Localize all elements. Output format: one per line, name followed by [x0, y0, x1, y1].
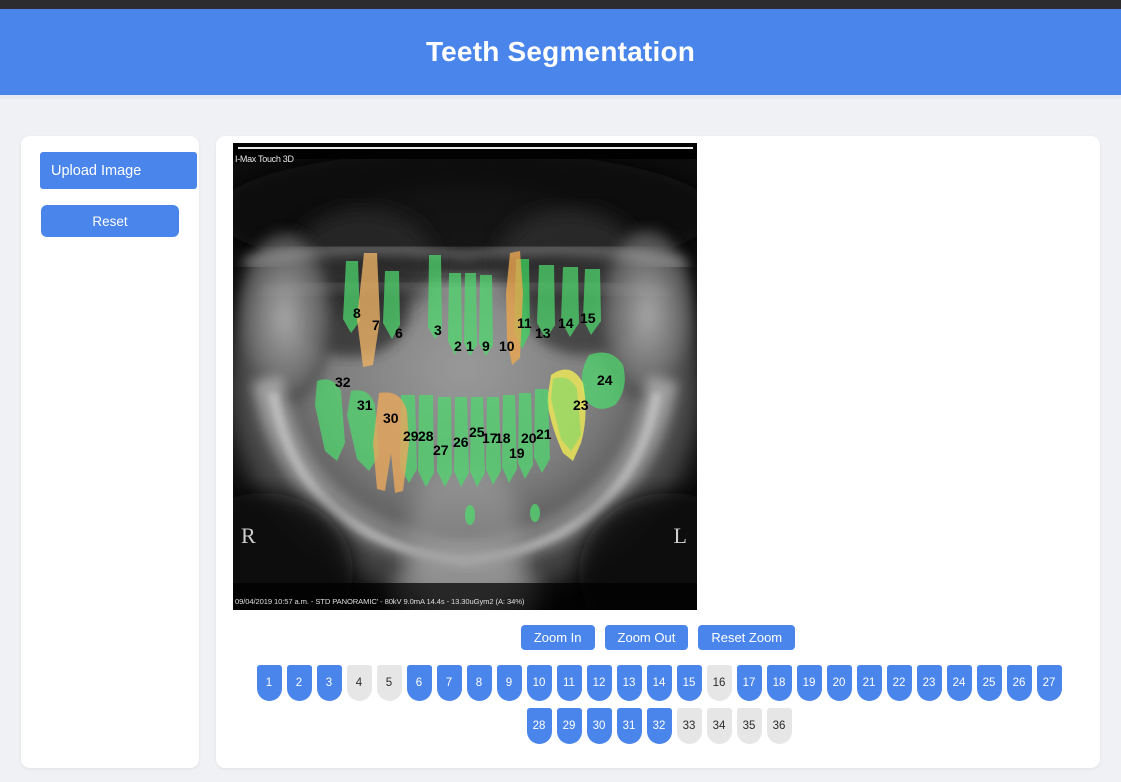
tooth-button-1[interactable]: 1: [256, 665, 282, 701]
tooth-button-8[interactable]: 8: [466, 665, 492, 701]
tooth-selector: 1 2 3 4 5 6 7 8 9 10 11 12 13 14 15 16 17 18 19 20 21 22 23 24 2…: [241, 665, 1077, 751]
zoom-out-button[interactable]: Zoom Out: [604, 625, 689, 650]
tooth-button-10[interactable]: 10: [526, 665, 552, 701]
tooth-button-34[interactable]: 34: [706, 708, 732, 744]
tooth-button-29[interactable]: 29: [556, 708, 582, 744]
tooth-button-22[interactable]: 22: [886, 665, 912, 701]
xray-viewer[interactable]: I-Max Touch 3D R L 09/04/2019 10:57 a.m.…: [233, 143, 697, 610]
left-side-marker: L: [673, 523, 687, 548]
tooth-button-17[interactable]: 17: [736, 665, 762, 701]
page-header: Teeth Segmentation: [0, 9, 1121, 95]
header-underline: [0, 95, 1121, 99]
tooth-button-32[interactable]: 32: [646, 708, 672, 744]
tooth-button-row-1: 1 2 3 4 5 6 7 8 9 10 11 12 13 14 15 16 17 18 19 20 21 22 23 24 2…: [241, 665, 1077, 701]
tooth-button-26[interactable]: 26: [1006, 665, 1032, 701]
main-panel: I-Max Touch 3D R L 09/04/2019 10:57 a.m.…: [216, 136, 1100, 768]
tooth-button-3[interactable]: 3: [316, 665, 342, 701]
tooth-button-21[interactable]: 21: [856, 665, 882, 701]
tooth-button-9[interactable]: 9: [496, 665, 522, 701]
xray-brand-label: I-Max Touch 3D: [235, 154, 294, 164]
tooth-button-6[interactable]: 6: [406, 665, 432, 701]
top-dark-strip: [0, 0, 1121, 9]
tooth-button-23[interactable]: 23: [916, 665, 942, 701]
tooth-button-33[interactable]: 33: [676, 708, 702, 744]
zoom-in-button[interactable]: Zoom In: [520, 625, 595, 650]
tooth-button-25[interactable]: 25: [976, 665, 1002, 701]
tooth-button-7[interactable]: 7: [436, 665, 462, 701]
upload-image-button[interactable]: Upload Image: [40, 152, 197, 189]
tooth-button-19[interactable]: 19: [796, 665, 822, 701]
tooth-button-18[interactable]: 18: [766, 665, 792, 701]
tooth-button-24[interactable]: 24: [946, 665, 972, 701]
tooth-button-35[interactable]: 35: [736, 708, 762, 744]
sidebar-panel: Upload Image Reset: [21, 136, 199, 768]
reset-button[interactable]: Reset: [41, 205, 179, 237]
reset-zoom-button[interactable]: Reset Zoom: [698, 625, 796, 650]
tooth-button-2[interactable]: 2: [286, 665, 312, 701]
tooth-button-16[interactable]: 16: [706, 665, 732, 701]
tooth-button-28[interactable]: 28: [526, 708, 552, 744]
tooth-button-30[interactable]: 30: [586, 708, 612, 744]
zoom-controls: Zoom In Zoom Out Reset Zoom: [216, 625, 1100, 650]
tooth-button-20[interactable]: 20: [826, 665, 852, 701]
tooth-button-11[interactable]: 11: [556, 665, 582, 701]
page-title: Teeth Segmentation: [425, 36, 696, 67]
xray-top-line: [238, 147, 693, 149]
app-root: Teeth Segmentation Upload Image Reset I-…: [0, 0, 1121, 782]
tooth-button-27[interactable]: 27: [1036, 665, 1062, 701]
tooth-button-5[interactable]: 5: [376, 665, 402, 701]
tooth-button-4[interactable]: 4: [346, 665, 372, 701]
panoramic-radiograph: [233, 143, 697, 610]
tooth-button-13[interactable]: 13: [616, 665, 642, 701]
tooth-button-31[interactable]: 31: [616, 708, 642, 744]
tooth-button-36[interactable]: 36: [766, 708, 792, 744]
tooth-button-15[interactable]: 15: [676, 665, 702, 701]
right-side-marker: R: [241, 523, 256, 548]
tooth-button-14[interactable]: 14: [646, 665, 672, 701]
tooth-button-12[interactable]: 12: [586, 665, 612, 701]
tooth-button-row-2: 28 29 30 31 32 33 34 35 36: [241, 708, 1077, 744]
xray-acquisition-info: 09/04/2019 10:57 a.m. - STD PANORAMIC' -…: [235, 597, 525, 606]
